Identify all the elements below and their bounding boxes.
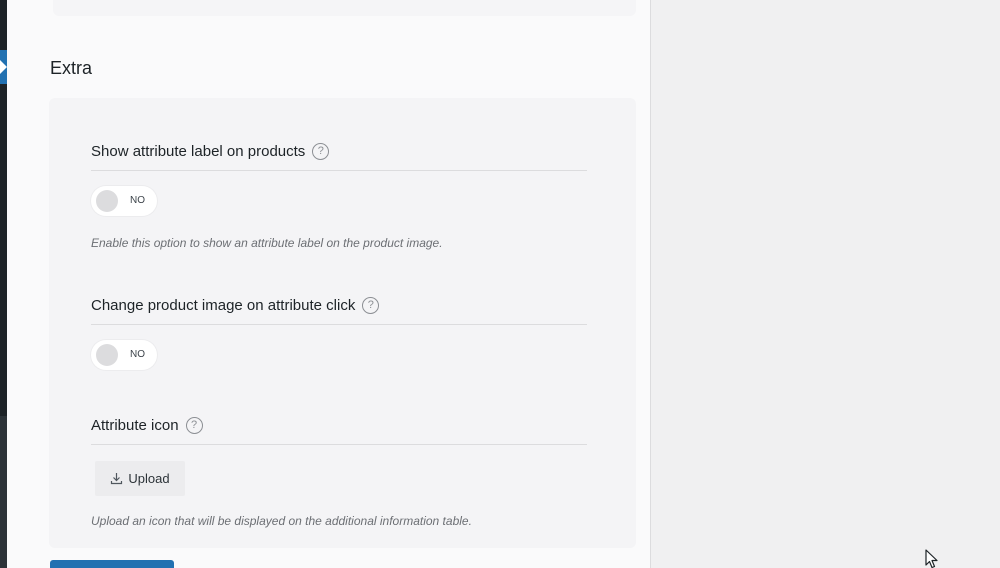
field-description: Upload an icon that will be displayed on… [91, 514, 472, 528]
save-changes-button[interactable] [50, 560, 174, 568]
toggle-state-label: NO [130, 195, 145, 206]
extra-settings-card: Show attribute label on products ? NO En… [49, 98, 636, 548]
field-attribute-icon: Attribute icon ? Upload Upload an icon t… [91, 414, 587, 528]
download-icon [110, 472, 123, 485]
admin-sidebar-lower [0, 416, 7, 568]
mouse-pointer-icon [925, 549, 939, 568]
field-label-row: Change product image on attribute click … [91, 294, 587, 325]
field-label-row: Attribute icon ? [91, 414, 587, 445]
upload-button[interactable]: Upload [95, 461, 185, 496]
toggle-knob [96, 190, 118, 212]
field-label-row: Show attribute label on products ? [91, 140, 587, 171]
section-title: Extra [50, 58, 93, 78]
admin-sidebar-edge[interactable] [0, 0, 7, 568]
settings-panel: Extra Show attribute label on products ?… [7, 0, 651, 568]
help-icon[interactable]: ? [362, 296, 380, 314]
field-description: Enable this option to show an attribute … [91, 236, 443, 250]
toggle-knob [96, 344, 118, 366]
field-label: Attribute icon [91, 416, 179, 434]
screen: Extra Show attribute label on products ?… [0, 0, 1000, 568]
active-menu-arrow [0, 60, 7, 74]
help-icon[interactable]: ? [312, 142, 330, 160]
field-label: Show attribute label on products [91, 142, 306, 160]
change-product-image-toggle[interactable]: NO [91, 340, 157, 370]
show-attribute-label-toggle[interactable]: NO [91, 186, 157, 216]
upload-button-label: Upload [128, 471, 170, 486]
empty-right-area [651, 0, 1000, 568]
previous-section-card [53, 0, 636, 16]
field-change-product-image: Change product image on attribute click … [91, 294, 587, 370]
help-icon[interactable]: ? [185, 416, 203, 434]
field-show-attribute-label: Show attribute label on products ? NO En… [91, 140, 587, 250]
field-label: Change product image on attribute click [91, 296, 356, 314]
toggle-state-label: NO [130, 349, 145, 360]
